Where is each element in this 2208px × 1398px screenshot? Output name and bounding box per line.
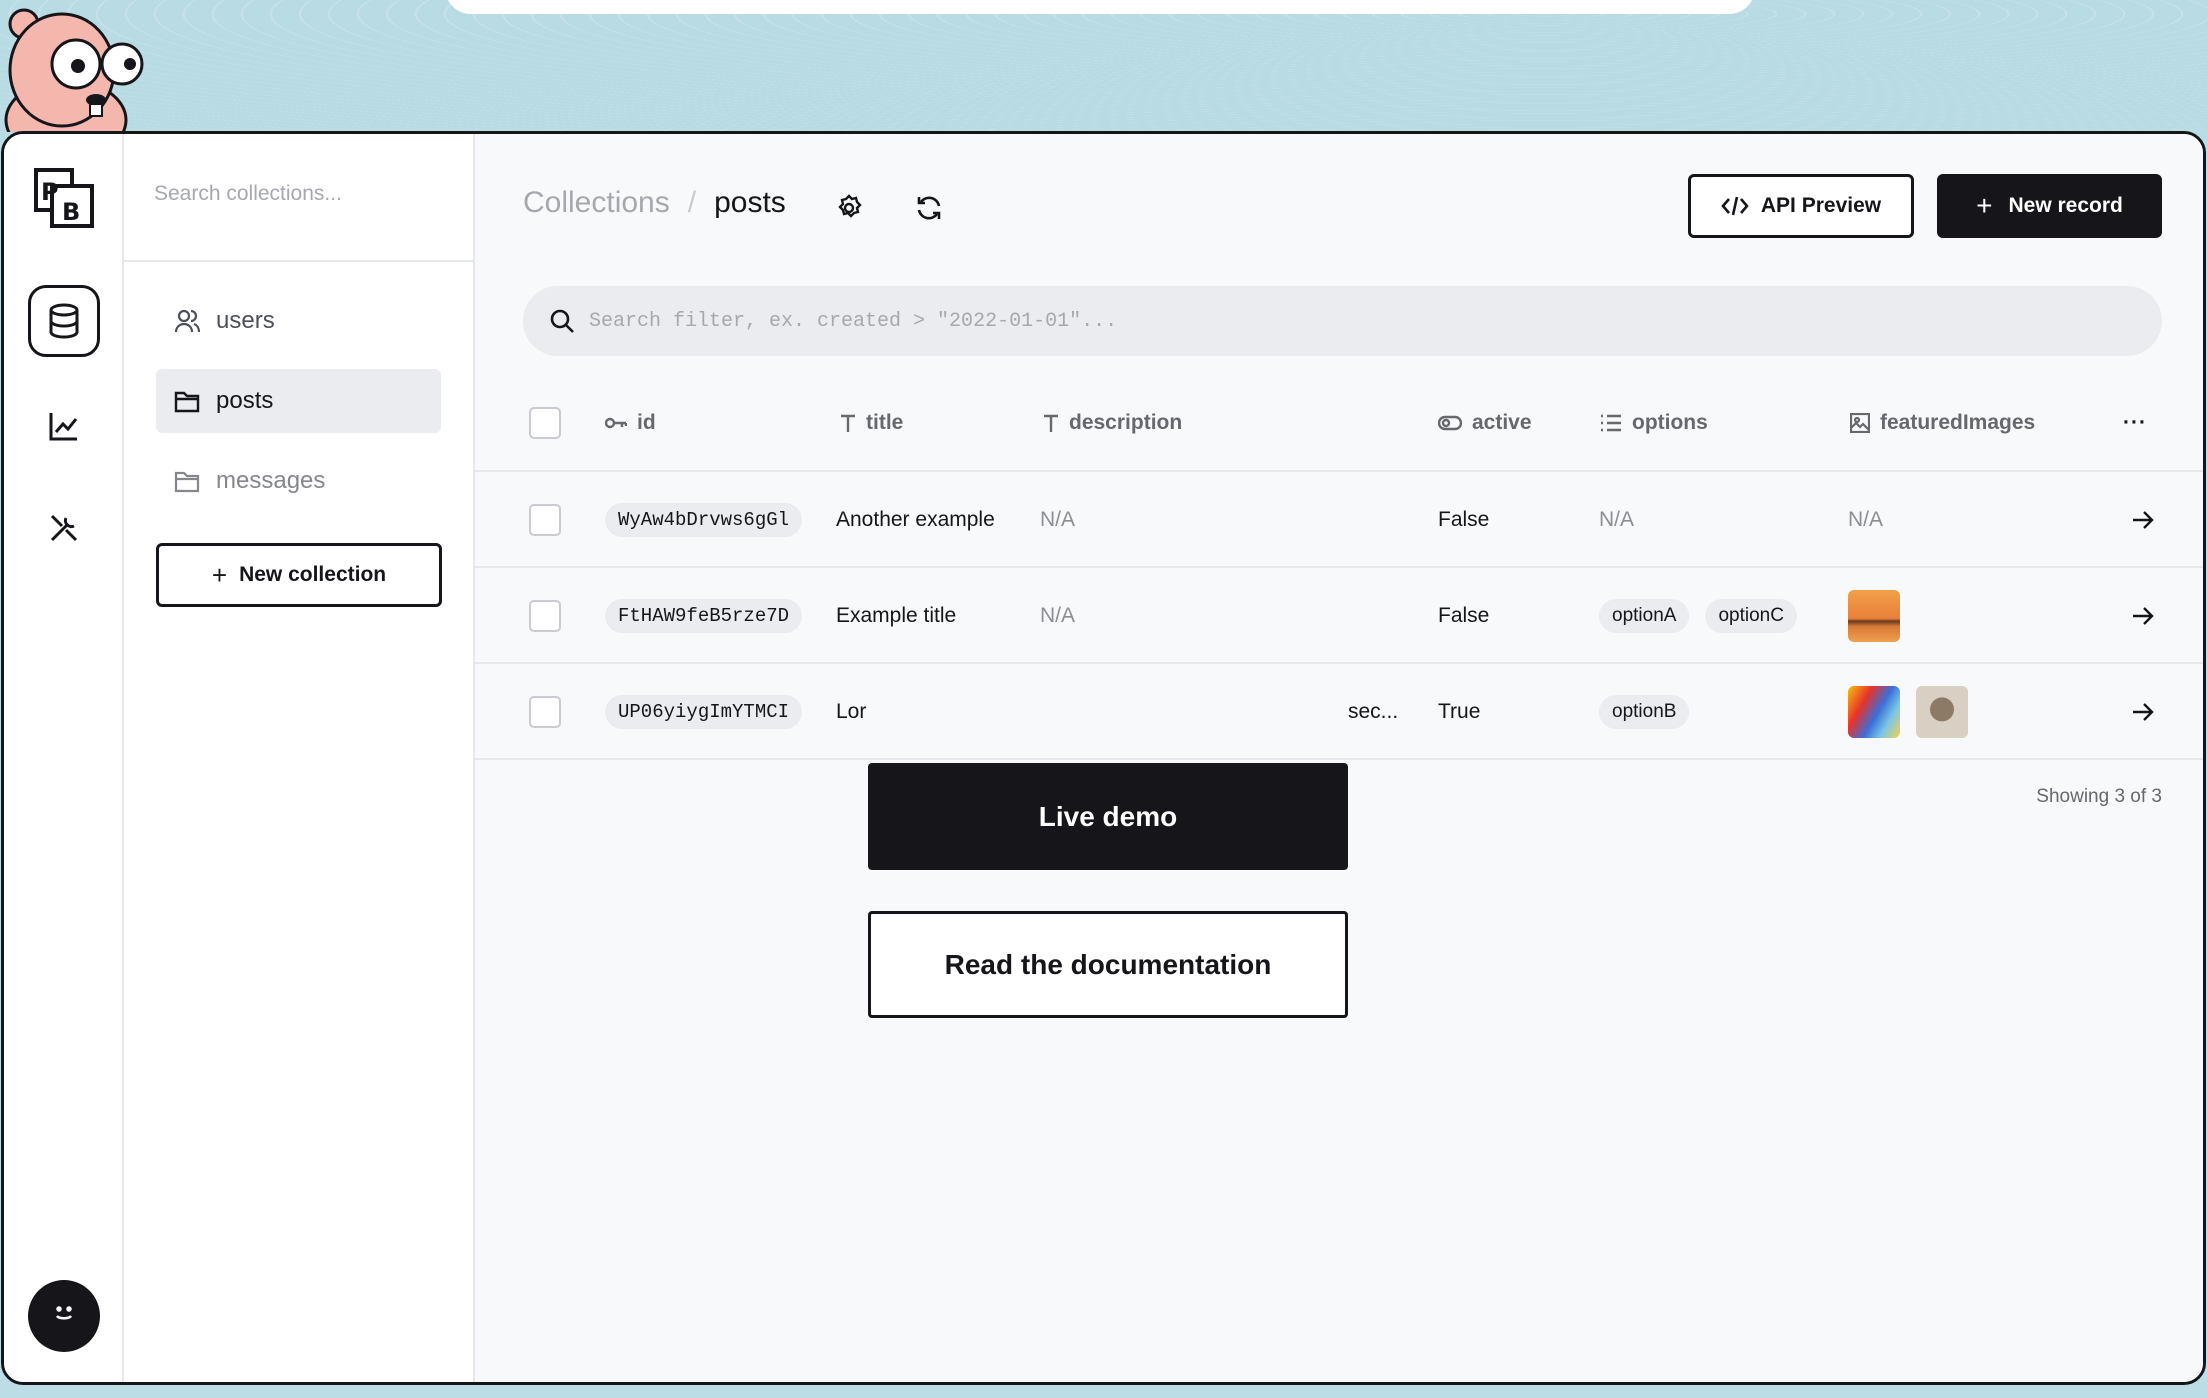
row-open-arrow-icon[interactable]: [2131, 472, 2155, 568]
app-rail: P B: [4, 134, 124, 1382]
option-badge: optionC: [1705, 599, 1797, 633]
table-row[interactable]: WyAw4bDrvws6gGl Another example N/A Fals…: [475, 472, 2203, 568]
record-options: N/A: [1599, 508, 1635, 531]
plus-icon: +: [1976, 190, 1993, 221]
page-background: [0, 0, 2208, 140]
record-active: True: [1438, 700, 1481, 723]
user-avatar[interactable]: [28, 1280, 100, 1352]
new-collection-button[interactable]: + New collection: [156, 543, 442, 607]
new-record-button[interactable]: + New record: [1937, 174, 2162, 238]
row-checkbox[interactable]: [529, 504, 561, 536]
svg-text:P: P: [41, 178, 59, 206]
collections-sidebar: users posts messages + New collection: [124, 134, 475, 1382]
plus-icon: +: [211, 559, 228, 590]
sidebar-item-label: users: [216, 307, 275, 334]
select-all-checkbox[interactable]: [529, 407, 561, 439]
records-count: Showing 3 of 3: [2036, 786, 2162, 807]
record-description: N/A: [1040, 604, 1076, 627]
record-images: N/A: [1848, 508, 1884, 531]
image-thumbnail[interactable]: [1848, 686, 1900, 738]
filter-bar: [523, 286, 2162, 356]
row-checkbox[interactable]: [529, 600, 561, 632]
text-icon: [1043, 414, 1059, 432]
app-window: P B Search collections... users posts me…: [1, 131, 2206, 1385]
image-thumbnail[interactable]: [1848, 590, 1900, 642]
page-title: posts: [714, 186, 786, 219]
image-icon: [1850, 413, 1870, 433]
column-header-options[interactable]: options: [1600, 374, 1708, 472]
table-row[interactable]: FtHAW9feB5rze7D Example title N/A False …: [475, 568, 2203, 664]
gear-icon: [838, 194, 862, 218]
sidebar-item-messages[interactable]: messages: [156, 449, 441, 513]
read-documentation-button[interactable]: Read the documentation: [868, 911, 1348, 1018]
record-id: FtHAW9feB5rze7D: [605, 599, 803, 633]
record-id: UP06yiygImYTMCI: [605, 695, 803, 729]
record-active: False: [1438, 604, 1490, 627]
refresh-button[interactable]: [913, 192, 945, 224]
database-icon: [49, 303, 79, 339]
collections-search-input[interactable]: [154, 172, 444, 216]
row-checkbox[interactable]: [529, 696, 561, 728]
record-description: sec...: [1348, 700, 1399, 723]
column-header-featured-images[interactable]: featuredImages: [1850, 374, 2035, 472]
record-description: N/A: [1040, 508, 1076, 531]
folder-icon: [172, 466, 202, 496]
option-badge: optionA: [1599, 599, 1690, 633]
folder-icon: [172, 386, 202, 416]
image-thumbnail[interactable]: [1916, 686, 1968, 738]
table-header: id title description active options feat…: [475, 374, 2203, 472]
text-icon: [840, 414, 856, 432]
top-banner: [445, 0, 1755, 14]
breadcrumb-root[interactable]: Collections: [523, 186, 670, 220]
tools-icon: [50, 514, 78, 542]
list-icon: [1600, 414, 1622, 432]
code-icon: [1721, 195, 1749, 217]
breadcrumb-separator: /: [687, 186, 697, 219]
table-row[interactable]: UP06yiygImYTMCI Lor sec... True optionB: [475, 664, 2203, 760]
filter-input[interactable]: [589, 301, 2089, 341]
column-header-description[interactable]: description: [1043, 374, 1182, 472]
sidebar-item-users[interactable]: users: [156, 289, 441, 353]
svg-text:B: B: [62, 198, 80, 226]
smile-icon: [55, 1306, 73, 1320]
column-header-title[interactable]: title: [840, 374, 903, 472]
nav-settings[interactable]: [28, 492, 100, 564]
record-title: Example title: [836, 604, 957, 627]
pocketbase-logo-icon[interactable]: P B: [32, 166, 96, 230]
record-title: Lor: [836, 700, 867, 723]
live-demo-button[interactable]: Live demo: [868, 763, 1348, 870]
record-id: WyAw4bDrvws6gGl: [605, 503, 803, 537]
key-icon: [605, 416, 627, 430]
record-title: Another example: [836, 508, 995, 531]
chart-line-icon: [49, 413, 78, 441]
gopher-mascot-icon: [4, 8, 144, 132]
collection-settings-button[interactable]: [833, 192, 865, 224]
user-icon: [172, 306, 202, 336]
nav-logs[interactable]: [28, 390, 100, 462]
columns-menu-button[interactable]: ···: [2123, 374, 2147, 472]
main-panel: Collections / posts API Preview + New re…: [475, 134, 2203, 1382]
option-badge: optionB: [1599, 695, 1690, 729]
sidebar-item-posts[interactable]: posts: [156, 369, 441, 433]
breadcrumb: Collections / posts: [523, 186, 786, 220]
row-open-arrow-icon[interactable]: [2131, 568, 2155, 664]
record-active: False: [1438, 508, 1490, 531]
nav-collections[interactable]: [28, 285, 100, 357]
sidebar-item-label: messages: [216, 467, 326, 494]
collections-search: [124, 134, 473, 262]
api-preview-button[interactable]: API Preview: [1688, 174, 1914, 238]
column-header-active[interactable]: active: [1438, 374, 1532, 472]
toggle-icon: [1438, 415, 1462, 431]
column-header-id[interactable]: id: [605, 374, 656, 472]
refresh-icon: [917, 196, 941, 220]
row-open-arrow-icon[interactable]: [2131, 664, 2155, 760]
search-icon: [550, 309, 574, 333]
sidebar-item-label: posts: [216, 387, 274, 414]
